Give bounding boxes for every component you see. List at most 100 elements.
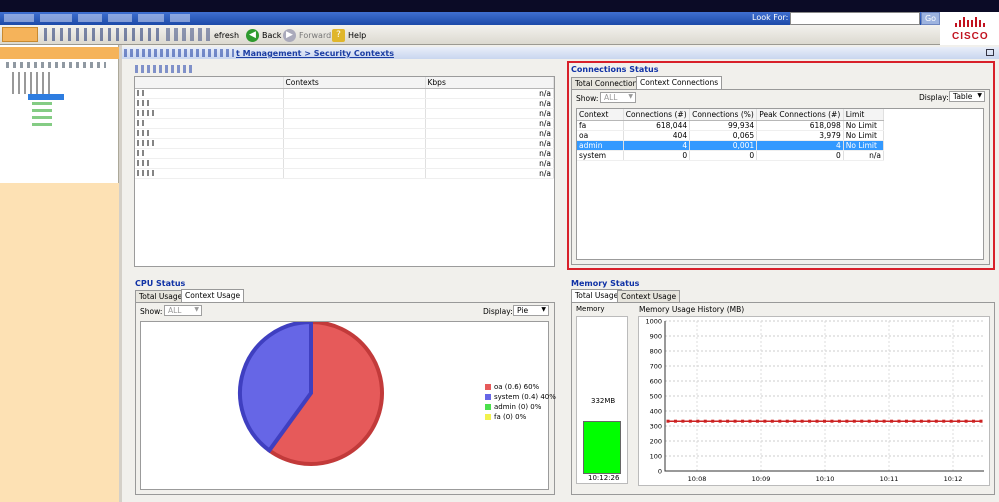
connections-cell: oa — [577, 130, 624, 141]
memory-data-point — [763, 419, 767, 423]
column-header[interactable]: Kbps — [425, 77, 554, 89]
refresh-button[interactable]: efresh — [214, 27, 239, 43]
context-name-cell — [135, 128, 284, 139]
sidebar-panel — [0, 183, 119, 502]
menu-item[interactable] — [170, 14, 190, 22]
column-header[interactable]: Connections (#) — [623, 109, 691, 121]
x-tick-label: 10:08 — [688, 475, 707, 483]
memory-data-point — [949, 419, 953, 423]
connections-cell: No Limit — [843, 140, 885, 151]
memory-data-point — [815, 419, 819, 423]
cpu-show-select[interactable]: ALL ▼ — [164, 305, 202, 316]
y-tick-label: 400 — [650, 408, 662, 416]
memory-data-point — [726, 419, 730, 423]
breadcrumb[interactable]: t Management > Security Contexts — [236, 49, 394, 58]
memory-data-point — [830, 419, 834, 423]
memory-data-point — [927, 419, 931, 423]
y-tick-label: 300 — [650, 423, 662, 431]
sidebar-header — [0, 47, 119, 59]
tree-item[interactable] — [32, 102, 52, 130]
table-row[interactable]: n/a — [135, 158, 554, 169]
tab-cpu-total-usage[interactable]: Total Usage — [135, 290, 187, 302]
breadcrumb-prefix[interactable] — [124, 49, 234, 57]
tab-memory-total-usage[interactable]: Total Usage — [571, 289, 623, 302]
menu-item[interactable] — [78, 14, 102, 22]
go-button[interactable]: Go — [921, 12, 940, 25]
forward-arrow-icon: ▶ — [283, 28, 296, 42]
context-name-cell — [135, 168, 284, 179]
display-select[interactable]: Table ▼ — [949, 91, 985, 102]
legend-entry: oa (0.6) 60% — [485, 383, 539, 391]
tree-item[interactable] — [6, 62, 106, 68]
connections-row[interactable]: oa 404 0,065 3,979 No Limit — [577, 130, 885, 141]
memory-data-point — [845, 419, 849, 423]
kbps-cell: n/a — [425, 158, 554, 169]
show-select[interactable]: ALL ▼ — [600, 92, 636, 103]
connections-cell: No Limit — [843, 130, 885, 141]
memory-data-point — [875, 419, 879, 423]
y-tick-label: 500 — [650, 393, 662, 401]
chevron-down-icon: ▼ — [194, 306, 199, 313]
context-name-cell — [135, 148, 284, 159]
column-header[interactable]: Contexts — [283, 77, 426, 89]
tab-cpu-context-usage[interactable]: Context Usage — [181, 289, 245, 302]
connections-row[interactable]: fa 618,044 99,934 618,098 No Limit — [577, 120, 885, 131]
y-tick-label: 100 — [650, 453, 662, 461]
toolbar-save-buttons[interactable] — [166, 28, 210, 41]
show-label: Show: — [576, 94, 599, 103]
table-row[interactable]: n/a — [135, 128, 554, 139]
legend-label: admin (0) 0% — [494, 403, 542, 411]
legend-entry: admin (0) 0% — [485, 403, 541, 411]
kbps-cell: n/a — [425, 138, 554, 149]
table-row[interactable]: n/a — [135, 118, 554, 129]
table-row[interactable]: n/a — [135, 168, 554, 179]
help-label: Help — [348, 30, 367, 40]
tree-item[interactable] — [12, 72, 52, 94]
menu-item[interactable] — [138, 14, 164, 22]
menu-item[interactable] — [108, 14, 132, 22]
column-header[interactable]: Peak Connections (#) — [756, 109, 844, 121]
back-label: Back — [262, 30, 282, 40]
y-tick-label: 700 — [650, 363, 662, 371]
cisco-wordmark: CISCO — [952, 31, 989, 42]
connections-cell: 618,044 — [623, 120, 691, 131]
forward-button[interactable]: ▶ Forward — [283, 27, 331, 43]
memory-time: 10:12:26 — [588, 474, 620, 482]
cpu-display-select[interactable]: Pie ▼ — [513, 305, 549, 316]
memory-history-chart: 0 100 200 300 400 500 600 700 800 900 1000 10:08 10:… — [645, 318, 984, 483]
connections-cell: 0 — [689, 150, 758, 161]
help-button[interactable]: ? Help — [332, 27, 366, 43]
tab-memory-context-usage[interactable]: Context Usage — [617, 290, 681, 302]
table-row[interactable]: n/a — [135, 108, 554, 119]
legend-swatch — [485, 384, 491, 390]
column-header[interactable]: Connections (%) — [689, 109, 758, 121]
memory-data-point — [696, 419, 700, 423]
column-header[interactable]: Context — [577, 109, 624, 121]
tree-item-selected[interactable] — [28, 94, 64, 100]
column-header[interactable]: Limit — [843, 109, 885, 121]
tab-context-connections[interactable]: Context Connections — [636, 76, 723, 89]
tab-total-connections[interactable]: Total Connections — [571, 77, 646, 89]
menu-item[interactable] — [4, 14, 34, 22]
table-row[interactable]: n/a — [135, 148, 554, 159]
connections-row[interactable]: system 0 0 0 n/a — [577, 150, 885, 161]
menu-item[interactable] — [40, 14, 72, 22]
legend-label: oa (0.6) 60% — [494, 383, 540, 391]
table-row[interactable]: n/a — [135, 98, 554, 109]
look-for-input[interactable] — [790, 12, 920, 25]
back-button[interactable]: ◀ Back — [246, 27, 281, 43]
chart-axes — [664, 321, 984, 472]
connections-row[interactable]: admin 4 0,001 4 No Limit — [577, 140, 885, 151]
column-header[interactable] — [135, 77, 284, 89]
kbps-cell: n/a — [425, 168, 554, 179]
toolbar-buttons[interactable] — [44, 28, 164, 41]
display-value: Table — [953, 92, 973, 101]
connections-table-frame: Context Connections (#) Connections (%) Pea… — [576, 108, 984, 260]
table-row[interactable]: n/a — [135, 138, 554, 149]
maximize-icon[interactable] — [986, 49, 994, 56]
connections-cell: n/a — [843, 150, 885, 161]
memory-data-point — [733, 419, 737, 423]
connections-cell: 0 — [623, 150, 691, 161]
home-button[interactable] — [2, 27, 38, 42]
table-row[interactable]: n/a — [135, 88, 554, 99]
